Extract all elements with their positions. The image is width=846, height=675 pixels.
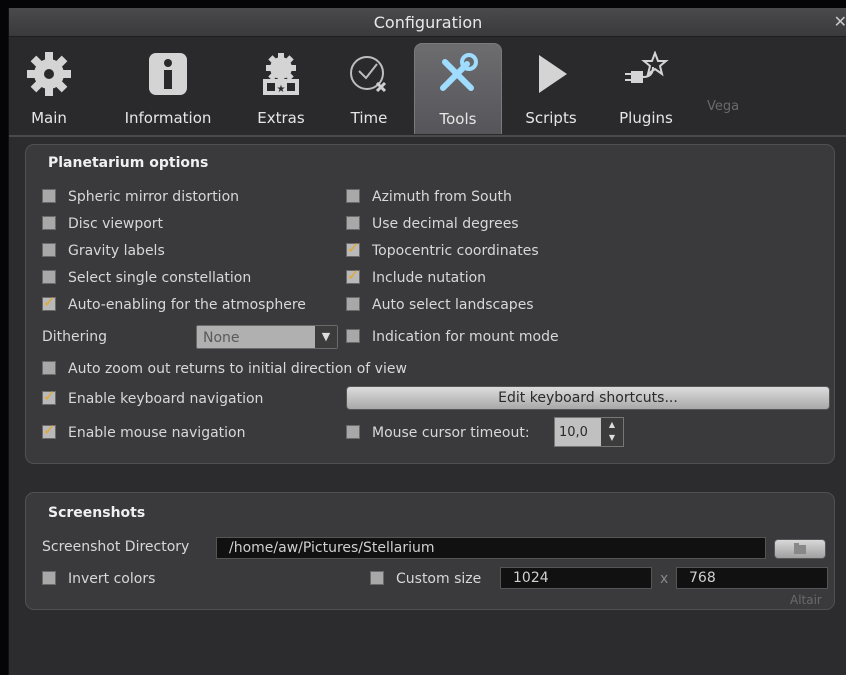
size-separator: x [660, 571, 669, 587]
tab-plugins[interactable]: Plugins [605, 43, 687, 133]
tab-information[interactable]: Information [107, 43, 229, 133]
tab-label: Scripts [525, 109, 577, 127]
chevron-down-icon[interactable]: ▼ [315, 326, 337, 348]
checkbox[interactable] [346, 425, 360, 439]
tab-label: Extras [257, 109, 305, 127]
option-azimuth-south[interactable]: Azimuth from South [346, 189, 512, 205]
option-auto-landscapes[interactable]: Auto select landscapes [346, 297, 534, 313]
option-label: Indication for mount mode [372, 329, 559, 345]
screenshot-directory-field[interactable]: /home/aw/Pictures/Stellarium [216, 537, 766, 559]
tab-label: Main [31, 109, 67, 127]
checkbox[interactable] [42, 189, 56, 203]
mouse-timeout-value: 10,0 [559, 425, 588, 440]
checkbox[interactable] [346, 216, 360, 230]
gear-icon [26, 51, 72, 101]
tab-time[interactable]: Time [339, 43, 399, 133]
option-keyboard-nav[interactable]: Enable keyboard navigation [42, 387, 264, 407]
option-spheric-mirror[interactable]: Spheric mirror distortion [42, 189, 239, 205]
play-icon [531, 51, 571, 101]
tab-label: Plugins [619, 109, 673, 127]
option-label: Mouse cursor timeout: [372, 425, 530, 441]
option-invert-colors[interactable]: Invert colors [42, 571, 155, 587]
tab-extras[interactable]: ★ Extras [245, 43, 317, 133]
spinner-arrows-icon[interactable]: ▲ ▼ [601, 418, 623, 446]
checkbox[interactable] [370, 571, 384, 585]
planetarium-options-title: Planetarium options [48, 155, 209, 171]
option-label: Enable mouse navigation [68, 425, 246, 441]
sky-label-altair: Altair [790, 593, 822, 607]
option-auto-zoom[interactable]: Auto zoom out returns to initial directi… [42, 361, 407, 377]
dithering-value: None [203, 330, 240, 346]
option-label: Use decimal degrees [372, 216, 519, 232]
tab-main[interactable]: Main [19, 43, 79, 133]
option-nutation[interactable]: Include nutation [346, 266, 487, 286]
tab-label: Information [124, 109, 212, 127]
checkbox[interactable] [346, 189, 360, 203]
option-label: Topocentric coordinates [372, 243, 539, 259]
option-label: Spheric mirror distortion [68, 189, 240, 205]
checkbox-checked[interactable] [42, 421, 56, 439]
option-auto-atmosphere[interactable]: Auto-enabling for the atmosphere [42, 293, 306, 313]
close-icon[interactable]: ✕ [834, 12, 846, 31]
option-label: Gravity labels [68, 243, 165, 259]
clock-icon [347, 51, 391, 101]
extras-icon: ★ [259, 51, 303, 101]
option-decimal-degrees[interactable]: Use decimal degrees [346, 216, 519, 232]
checkbox[interactable] [42, 216, 56, 230]
mouse-timeout-spinner[interactable]: 10,0 ▲ ▼ [554, 417, 624, 447]
checkbox[interactable] [42, 571, 56, 585]
configuration-window: Configuration ✕ Main Information ★ Extra… [8, 8, 846, 675]
planetarium-options-group: Planetarium options Spheric mirror disto… [25, 144, 835, 464]
info-icon [147, 51, 189, 101]
option-label: Auto-enabling for the atmosphere [68, 297, 306, 313]
svg-text:★: ★ [277, 84, 286, 95]
tab-scripts[interactable]: Scripts [511, 43, 591, 133]
checkbox-checked[interactable] [346, 266, 360, 284]
tab-tools[interactable]: Tools [414, 43, 502, 134]
screenshot-height-field[interactable]: 768 [676, 567, 828, 589]
tab-label: Time [350, 109, 388, 127]
option-mouse-nav[interactable]: Enable mouse navigation [42, 421, 246, 441]
checkbox[interactable] [346, 329, 360, 343]
option-label: Custom size [396, 571, 482, 587]
tools-icon [435, 52, 481, 102]
folder-icon [794, 543, 806, 554]
option-label: Auto select landscapes [372, 297, 534, 313]
option-label: Azimuth from South [372, 189, 512, 205]
checkbox-checked[interactable] [42, 387, 56, 405]
checkbox-checked[interactable] [42, 293, 56, 311]
option-topocentric[interactable]: Topocentric coordinates [346, 239, 539, 259]
option-label: Disc viewport [68, 216, 164, 232]
title-bar[interactable]: Configuration ✕ [9, 8, 846, 37]
plugin-icon [623, 50, 669, 101]
option-label: Invert colors [68, 571, 156, 587]
option-gravity-labels[interactable]: Gravity labels [42, 243, 165, 259]
checkbox[interactable] [42, 270, 56, 284]
checkbox[interactable] [346, 297, 360, 311]
window-title: Configuration [373, 13, 483, 32]
tab-label: Tools [439, 110, 477, 128]
tab-bar: Main Information ★ Extras Time Tools Scr… [9, 37, 846, 137]
screenshots-title: Screenshots [48, 505, 146, 521]
option-custom-size[interactable]: Custom size [370, 571, 481, 587]
checkbox[interactable] [42, 243, 56, 257]
option-mouse-timeout[interactable]: Mouse cursor timeout: [346, 425, 530, 441]
checkbox[interactable] [42, 361, 56, 375]
edit-keyboard-shortcuts-button[interactable]: Edit keyboard shortcuts... [346, 386, 830, 410]
option-mount-mode[interactable]: Indication for mount mode [346, 329, 559, 345]
checkbox-checked[interactable] [346, 239, 360, 257]
dithering-label: Dithering [42, 329, 108, 345]
option-label: Include nutation [372, 270, 487, 286]
option-single-constellation[interactable]: Select single constellation [42, 270, 251, 286]
dithering-select[interactable]: None ▼ [196, 325, 338, 349]
screenshot-directory-label: Screenshot Directory [42, 539, 190, 555]
browse-folder-button[interactable] [774, 539, 826, 559]
option-disc-viewport[interactable]: Disc viewport [42, 216, 163, 232]
option-label: Auto zoom out returns to initial directi… [68, 361, 407, 377]
option-label: Enable keyboard navigation [68, 391, 264, 407]
screenshot-width-field[interactable]: 1024 [500, 567, 652, 589]
option-label: Select single constellation [68, 270, 252, 286]
sky-label-vega: Vega [707, 99, 740, 114]
screenshots-group: Screenshots Screenshot Directory /home/a… [25, 492, 835, 610]
